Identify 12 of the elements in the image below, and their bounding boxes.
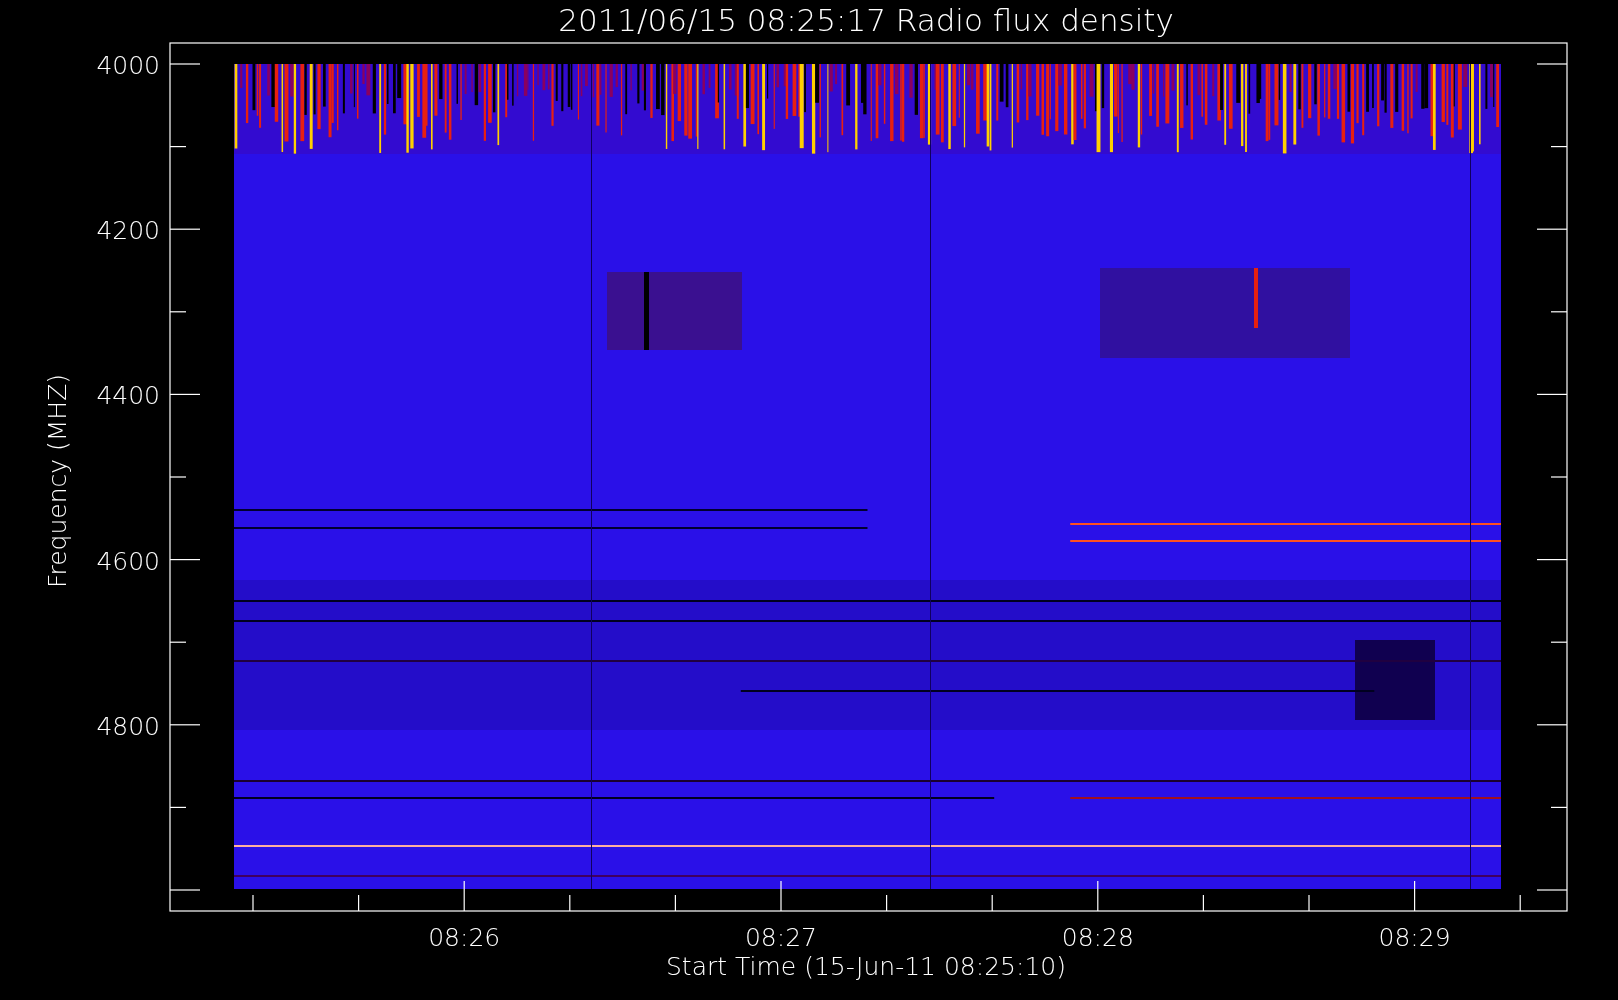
x-axis-label: Start Time (15-Jun-11 08:25:10)	[666, 952, 1066, 981]
x-tick-label: 08:28	[1061, 923, 1134, 952]
x-tick-label: 08:26	[428, 923, 501, 952]
plot-title: 2011/06/15 08:25:17 Radio flux density	[558, 2, 1174, 38]
x-tick-label: 08:29	[1378, 923, 1451, 952]
y-tick-label: 4200	[96, 216, 160, 246]
y-axis-label: Frequency (MHZ)	[43, 373, 72, 589]
y-tick-label: 4000	[96, 51, 160, 80]
x-tick-label: 08:27	[745, 923, 817, 952]
y-tick-label: 4400	[96, 381, 160, 411]
y-tick-label: 4800	[96, 711, 160, 741]
y-tick-label: 4600	[96, 546, 160, 576]
